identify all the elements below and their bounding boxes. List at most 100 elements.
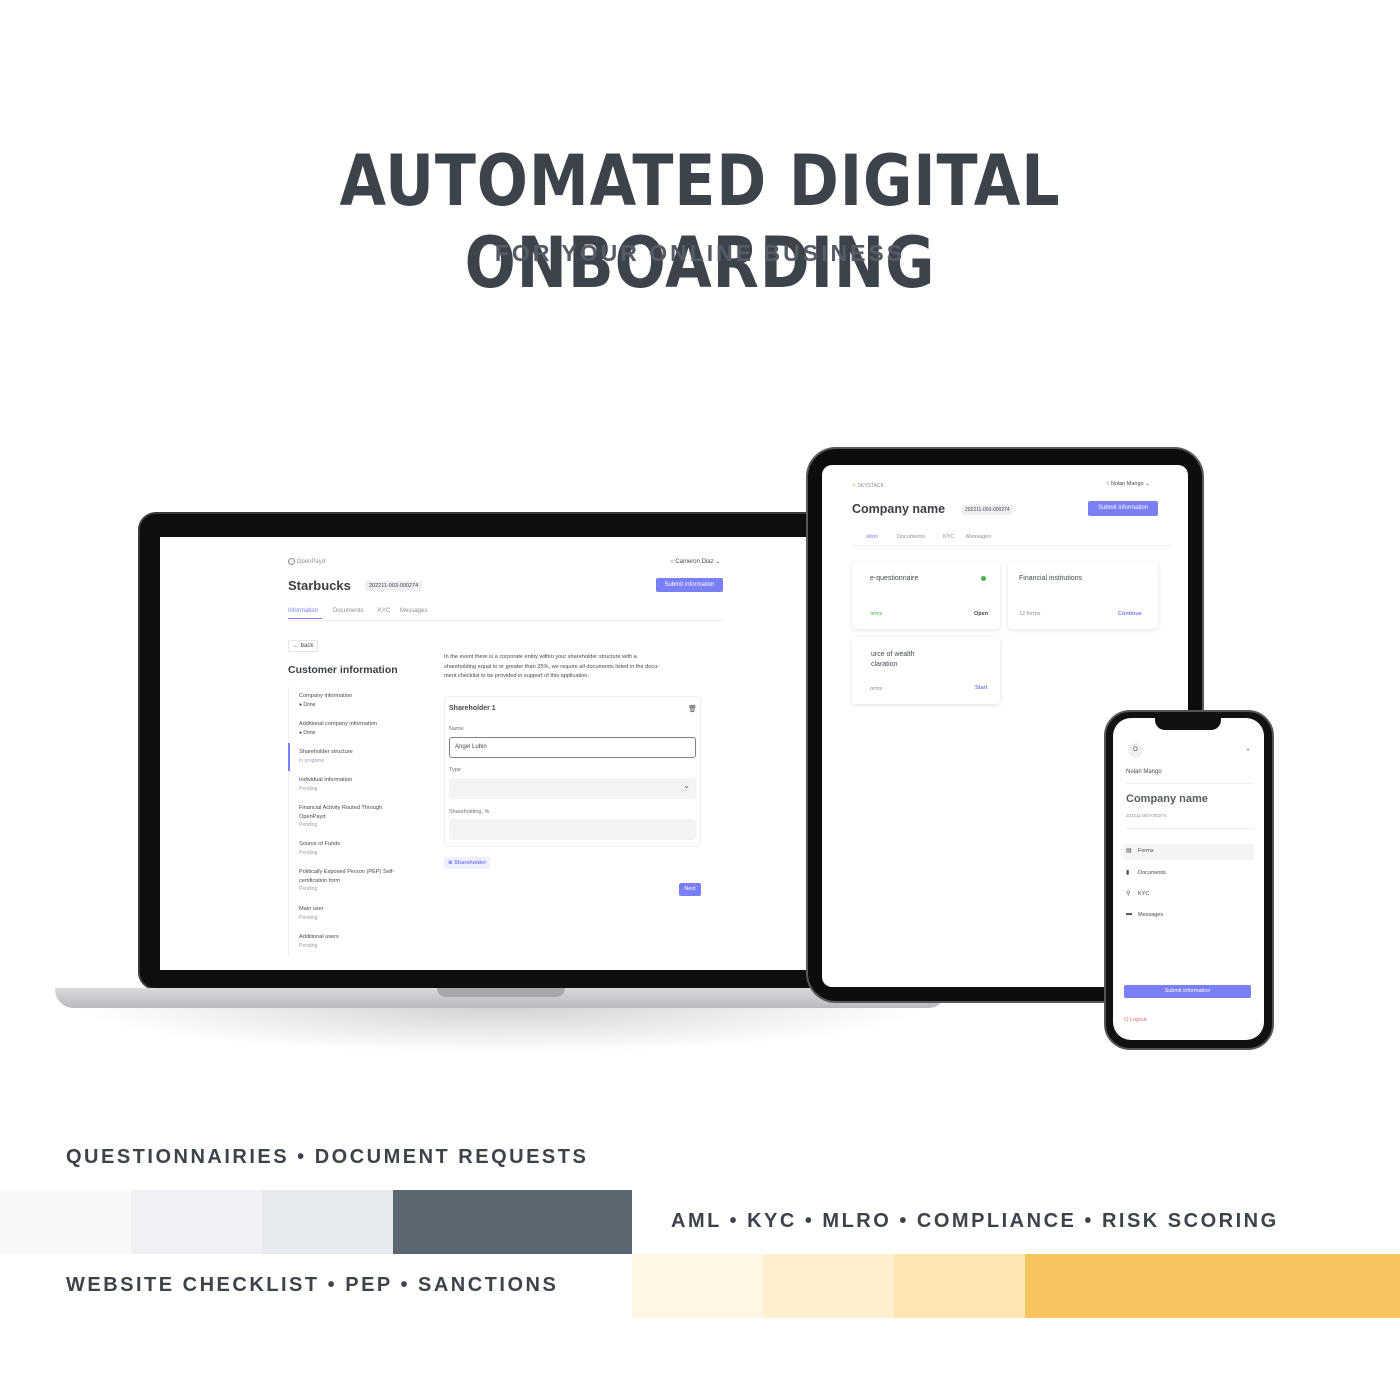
menu-item-documents[interactable]: ▮ Documents	[1123, 866, 1254, 882]
swatch-gray-3	[262, 1190, 393, 1254]
step-status-text: Done	[303, 701, 316, 708]
swatch-gray-4	[393, 1190, 632, 1254]
status-dot	[981, 576, 986, 581]
tagline-compliance: AML • KYC • MLRO • COMPLIANCE • RISK SCO…	[671, 1210, 1279, 1232]
laptop-shadow	[70, 1006, 930, 1054]
intro-line: ment checklist to be provided in support…	[444, 673, 589, 679]
step-item[interactable]: Company information ● Done	[299, 692, 352, 709]
next-button[interactable]: Next	[679, 883, 701, 896]
user-icon: ○	[1106, 481, 1110, 487]
step-status: In progress	[299, 757, 353, 766]
logout-label: Logout	[1129, 1017, 1147, 1023]
tablet-brand: ✶ SKYSTACK	[852, 483, 884, 489]
step-label: Main user	[299, 906, 324, 912]
add-shareholder-button[interactable]: ⊕ Shareholder	[444, 857, 491, 869]
tablet-submit-button[interactable]: Submit information	[1088, 501, 1158, 516]
tab-information[interactable]: Information	[288, 608, 318, 614]
tagline-website-checklist: WEBSITE CHECKLIST • PEP • SANCTIONS	[66, 1274, 559, 1296]
tablet-tab-information[interactable]: ation	[866, 534, 878, 540]
phone-company-title: Company name	[1126, 793, 1208, 805]
tabs-divider	[288, 620, 724, 621]
swatch-yellow-2	[763, 1254, 894, 1318]
step-item[interactable]: Main user Pending	[299, 905, 324, 922]
arrow-left-icon: ←	[293, 643, 299, 649]
phone-submit-button[interactable]: Submit information	[1124, 985, 1251, 998]
user-icon: ○	[670, 559, 674, 565]
user-menu[interactable]: ○ Cameron Diaz ⌄	[670, 558, 720, 565]
step-status: ● Done	[299, 729, 377, 738]
phone-screen: O × Nolan Mango Company name 202211-003-…	[1113, 718, 1264, 1040]
step-item[interactable]: Additional users Pending	[299, 933, 339, 950]
step-label: Additional users	[299, 934, 339, 940]
tab-kyc[interactable]: KYC	[378, 608, 390, 614]
trash-icon[interactable]: 🗑	[688, 705, 697, 713]
laptop-screen: OpenPayd ○ Cameron Diaz ⌄ Starbucks 2022…	[160, 537, 852, 970]
step-status-text: Pending	[299, 785, 318, 792]
tablet-tab-messages[interactable]: Messages	[966, 534, 991, 540]
shareholding-input[interactable]	[449, 819, 696, 840]
tablet-tab-kyc[interactable]: KYC	[943, 534, 954, 540]
step-status-text: Pending	[299, 886, 318, 892]
card-title-line: claration	[871, 661, 898, 668]
step-item[interactable]: Individual Information Pending	[299, 776, 352, 793]
card-title: e-questionnaire	[870, 575, 919, 582]
tablet-card-financial[interactable]: Financial institutions 12 forms Continue	[1008, 562, 1158, 629]
step-item[interactable]: Shareholder structure In progress	[299, 748, 353, 765]
back-button[interactable]: ← back	[288, 640, 319, 652]
menu-item-kyc[interactable]: ⚲ KYC	[1123, 887, 1254, 903]
brand-name: OpenPayd	[296, 559, 326, 566]
close-icon[interactable]: ×	[1246, 747, 1250, 754]
step-item[interactable]: Source of Funds Pending	[299, 840, 340, 857]
step-label: Shareholder structure	[299, 749, 353, 755]
message-icon: ▬	[1126, 911, 1132, 917]
tablet-brand-name: SKYSTACK	[857, 483, 884, 489]
step-status-text: Pending	[299, 942, 318, 949]
tablet-card-source-wealth[interactable]: urce of wealth claration orms Start	[852, 637, 1000, 704]
menu-item-messages[interactable]: ▬ Messages	[1123, 908, 1254, 924]
step-status-text: Pending	[299, 822, 318, 828]
step-item[interactable]: Additional company information ● Done	[299, 720, 377, 737]
tablet-user-name: Nolan Mango	[1110, 481, 1144, 487]
step-status: Pending	[299, 821, 382, 830]
menu-label: Documents	[1138, 870, 1166, 876]
chevron-down-icon: ⌄	[715, 559, 721, 565]
brand-logo: OpenPayd	[288, 558, 325, 565]
tablet-card-questionnaire[interactable]: e-questionnaire orms Open	[852, 562, 1000, 629]
tab-documents[interactable]: Documents	[333, 608, 363, 614]
submit-information-button[interactable]: Submit information	[656, 578, 723, 592]
step-status: ● Done	[299, 701, 352, 710]
card-open-action[interactable]: Open	[974, 611, 988, 617]
tablet-tab-documents[interactable]: Documents	[897, 534, 925, 540]
chevron-down-icon: ⌄	[683, 781, 690, 790]
step-label: Company information	[299, 693, 353, 699]
person-icon: ⚲	[1126, 891, 1131, 897]
card-meta: 12 forms	[1019, 611, 1041, 617]
hero-subtitle: FOR YOUR ONLINE BUSINESS	[494, 240, 906, 266]
name-label: Name	[449, 726, 464, 732]
type-select[interactable]: ⌄	[449, 778, 696, 799]
plus-circle-icon: ⊕	[448, 860, 453, 866]
logout-button[interactable]: ⏻ Logout	[1124, 1017, 1147, 1024]
step-item[interactable]: Financial Activity Routed Through OpenPay…	[299, 804, 382, 830]
name-input[interactable]: Angel Lubin	[449, 737, 696, 758]
step-label: certification form	[299, 877, 341, 884]
laptop-notch	[437, 988, 565, 997]
card-meta: orms	[870, 686, 883, 692]
card-start-action[interactable]: Start	[975, 685, 988, 691]
step-status: Pending	[299, 914, 324, 923]
back-label: back	[300, 643, 314, 649]
tab-messages[interactable]: Messages	[400, 608, 427, 614]
brand-icon	[288, 558, 295, 565]
logout-icon: ⏻	[1124, 1017, 1129, 1023]
step-status: Pending	[299, 785, 352, 794]
tablet-user-menu[interactable]: ○ Nolan Mango ⌄	[1106, 481, 1150, 487]
swatch-yellow-3	[894, 1254, 1025, 1318]
tagline-questionnaires: QUESTIONNAIRIES • DOCUMENT REQUESTS	[66, 1146, 589, 1168]
swatch-gray-2	[131, 1190, 262, 1254]
intro-text: In the event there is a corporate entity…	[444, 653, 659, 682]
menu-item-forms[interactable]: ▤ Forms	[1123, 844, 1254, 860]
tablet-tabs-divider	[852, 545, 1172, 546]
document-icon: ▮	[1126, 870, 1130, 876]
step-item[interactable]: Politically Exposed Person (PEP) Self-ce…	[299, 868, 394, 894]
card-continue-action[interactable]: Continue	[1118, 611, 1142, 617]
